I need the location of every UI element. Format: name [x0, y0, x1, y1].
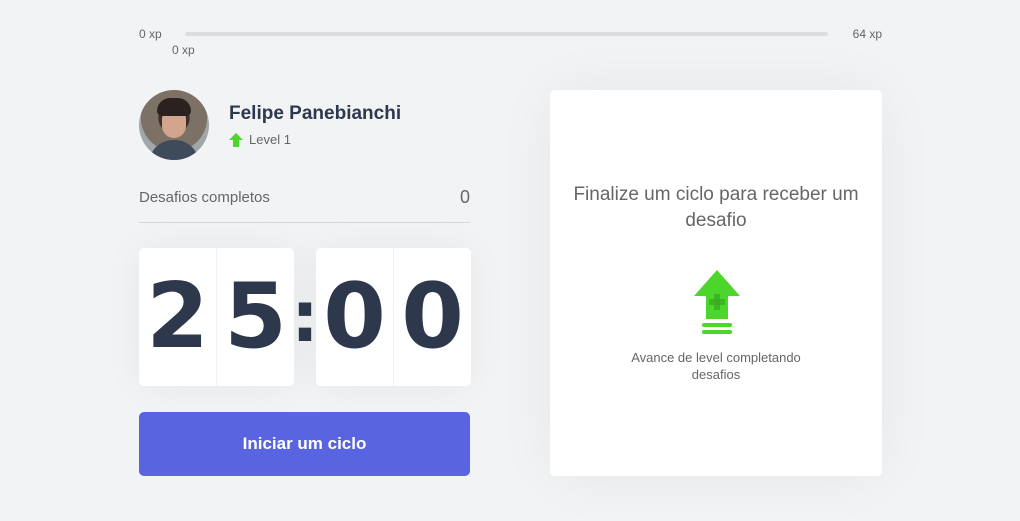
profile: Felipe Panebianchi Level 1: [139, 90, 470, 160]
second-digit-right: 0: [401, 264, 464, 369]
completed-challenges-label: Desafios completos: [139, 189, 270, 206]
countdown: 2 5 : 0 0: [139, 248, 471, 386]
completed-challenges-count: 0: [459, 187, 470, 207]
start-cycle-button[interactable]: Iniciar um ciclo: [139, 412, 470, 476]
challenge-box: Finalize um ciclo para receber um desafi…: [550, 90, 882, 476]
challenge-title: Finalize um ciclo para receber um desafi…: [573, 184, 859, 231]
xp-current-label: 0 xp: [172, 43, 195, 57]
level-up-arrow-icon: [229, 132, 243, 147]
experience-bar: 0 xp 0 xp 64 xp: [139, 22, 882, 58]
challenge-description: Avance de level completando desafios: [631, 350, 801, 382]
xp-start-label: 0 xp: [139, 27, 162, 41]
minute-digit-right: 5: [224, 264, 287, 369]
level-up-icon: [694, 270, 740, 334]
profile-name: Felipe Panebianchi: [229, 103, 402, 124]
completed-challenges: Desafios completos 0: [139, 185, 470, 223]
second-digit-left: 0: [316, 248, 394, 386]
countdown-seconds: 0 0: [316, 248, 471, 386]
countdown-minutes: 2 5: [139, 248, 294, 386]
xp-end-label: 64 xp: [852, 27, 882, 41]
minute-digit-left: 2: [139, 248, 217, 386]
profile-level: Level 1: [229, 132, 291, 147]
avatar: [139, 90, 209, 160]
page: 0 xp 0 xp 64 xp Felipe Panebianchi Level…: [0, 0, 1020, 521]
xp-track: [185, 32, 828, 36]
countdown-separator: :: [291, 276, 319, 358]
level-label: Level 1: [249, 132, 291, 147]
